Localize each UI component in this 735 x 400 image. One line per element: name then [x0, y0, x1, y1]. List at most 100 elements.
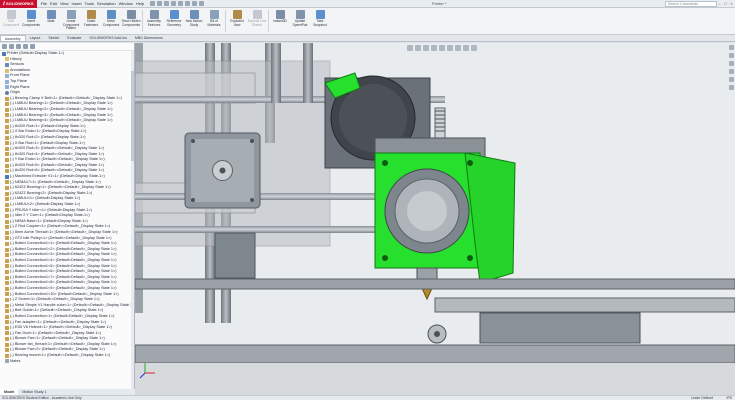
section-view-icon[interactable] — [431, 45, 437, 51]
appearance-icon[interactable] — [463, 45, 469, 51]
display-style-icon[interactable] — [447, 45, 453, 51]
view-palette-icon[interactable] — [728, 69, 734, 74]
solidworks-logo[interactable]: ⫽ SOLIDWORKS — [0, 0, 37, 8]
tree-scrollbar[interactable] — [131, 51, 134, 389]
edit-component-icon — [6, 10, 16, 19]
part-icon — [5, 180, 9, 185]
ribbon-button-12[interactable]: Explode Line Sketch — [247, 8, 267, 34]
tab-mbd-dimensions[interactable]: MBD Dimensions — [131, 35, 167, 41]
mate-icon — [46, 10, 56, 19]
ribbon-button-label: Instant3D — [273, 19, 287, 23]
tab-addins[interactable]: SOLIDWORKS Add-Ins — [85, 35, 131, 41]
menu-insert[interactable]: Insert — [72, 1, 82, 6]
minimize-icon[interactable]: – — [717, 1, 722, 6]
close-icon[interactable]: × — [729, 1, 734, 6]
ribbon-button-11[interactable]: Exploded View — [227, 8, 247, 34]
options-icon[interactable] — [199, 1, 205, 6]
undo-icon[interactable] — [178, 1, 184, 6]
ribbon-button-label: Smart Fasteners — [83, 19, 99, 27]
ribbon-button-5[interactable]: Move Component — [101, 8, 121, 34]
tab-layout[interactable]: Layout — [26, 35, 45, 41]
part-icon — [5, 169, 9, 174]
zoom-area-icon[interactable] — [415, 45, 421, 51]
menu-window[interactable]: Window — [119, 1, 133, 6]
open-icon[interactable] — [157, 1, 163, 6]
design-library-icon[interactable] — [728, 53, 734, 58]
ribbon-button-10[interactable]: Bill of Materials — [204, 8, 224, 34]
part-icon — [5, 292, 9, 297]
ribbon-button-4[interactable]: Smart Fasteners — [81, 8, 101, 34]
ribbon-button-8[interactable]: Reference Geometry — [164, 8, 184, 34]
menu-help[interactable]: Help — [136, 1, 144, 6]
ribbon-button-14[interactable]: Update SpeedPak — [290, 8, 310, 34]
menu-edit[interactable]: Edit — [50, 1, 57, 6]
part-icon — [5, 96, 9, 101]
menu-view[interactable]: View — [60, 1, 69, 6]
ribbon-button-2[interactable]: Mate — [41, 8, 61, 34]
tree-item-label: (-) Bearing mount<1> (Default<<Default>_… — [10, 353, 111, 358]
hide-show-icon[interactable] — [455, 45, 461, 51]
appearances-icon[interactable] — [728, 77, 734, 82]
rebuild-icon[interactable] — [192, 1, 198, 6]
part-icon — [5, 258, 9, 263]
part-icon — [5, 225, 9, 230]
part-icon — [5, 163, 9, 168]
menu-tools[interactable]: Tools — [85, 1, 94, 6]
save-icon[interactable] — [164, 1, 170, 6]
part-icon — [5, 113, 9, 118]
move-component-icon — [106, 10, 116, 19]
ribbon-button-label: Bill of Materials — [207, 19, 221, 27]
ribbon-button-6[interactable]: Show Hidden Components — [121, 8, 141, 34]
part-icon — [5, 230, 9, 235]
part-icon — [5, 214, 9, 219]
tree-item-label: Mates — [10, 358, 21, 363]
configuration-manager-icon[interactable] — [16, 44, 21, 49]
ribbon-button-label: Insert Components — [21, 19, 41, 27]
zoom-to-fit-icon[interactable] — [407, 45, 413, 51]
ribbon-button-0[interactable]: Edit Component — [1, 8, 21, 34]
display-manager-icon[interactable] — [30, 44, 35, 49]
part-icon — [5, 146, 9, 151]
status-units[interactable]: IPS — [727, 396, 732, 400]
ribbon-button-15[interactable]: Take Snapshot — [310, 8, 330, 34]
assembly-features-icon — [149, 10, 159, 19]
feature-manager-icon[interactable] — [2, 44, 7, 49]
select-icon[interactable] — [185, 1, 191, 6]
custom-properties-icon[interactable] — [728, 85, 734, 90]
graphics-area[interactable] — [135, 43, 735, 395]
ribbon-button-7[interactable]: Assembly Features — [144, 8, 164, 34]
ribbon-button-label: Linear Component Pattern — [62, 19, 80, 31]
dimxpert-icon[interactable] — [23, 44, 28, 49]
part-icon — [5, 269, 9, 274]
part-icon — [5, 107, 9, 112]
part-icon — [5, 281, 9, 286]
resources-icon[interactable] — [728, 45, 734, 50]
ribbon-button-3[interactable]: Linear Component Pattern — [61, 8, 81, 34]
tab-assembly[interactable]: Assembly — [0, 35, 26, 41]
motion-study-icon — [189, 10, 199, 19]
tree-item[interactable]: Mates — [2, 359, 134, 365]
menu-simulation[interactable]: Simulation — [97, 1, 116, 6]
part-icon — [5, 337, 9, 342]
part-icon — [5, 186, 9, 191]
tab-sketch[interactable]: Sketch — [44, 35, 63, 41]
view-orientation-icon[interactable] — [439, 45, 445, 51]
menu-file[interactable]: File — [41, 1, 47, 6]
ribbon-button-label: Assembly Features — [147, 19, 161, 27]
property-manager-icon[interactable] — [9, 44, 14, 49]
part-icon — [5, 219, 9, 224]
tab-evaluate[interactable]: Evaluate — [63, 35, 85, 41]
file-explorer-icon[interactable] — [728, 61, 734, 66]
new-icon[interactable] — [150, 1, 156, 6]
scene-icon[interactable] — [471, 45, 477, 51]
ribbon-button-1[interactable]: Insert Components — [21, 8, 41, 34]
maximize-icon[interactable]: □ — [723, 1, 728, 6]
scrollbar-thumb[interactable] — [131, 71, 134, 161]
print-icon[interactable] — [171, 1, 177, 6]
search-commands-input[interactable]: Search Commands — [665, 1, 717, 7]
ribbon-button-13[interactable]: Instant3D — [270, 8, 290, 34]
previous-view-icon[interactable] — [423, 45, 429, 51]
ribbon-button-9[interactable]: New Motion Study — [184, 8, 204, 34]
part-icon — [5, 297, 9, 302]
asm-icon — [5, 174, 9, 179]
